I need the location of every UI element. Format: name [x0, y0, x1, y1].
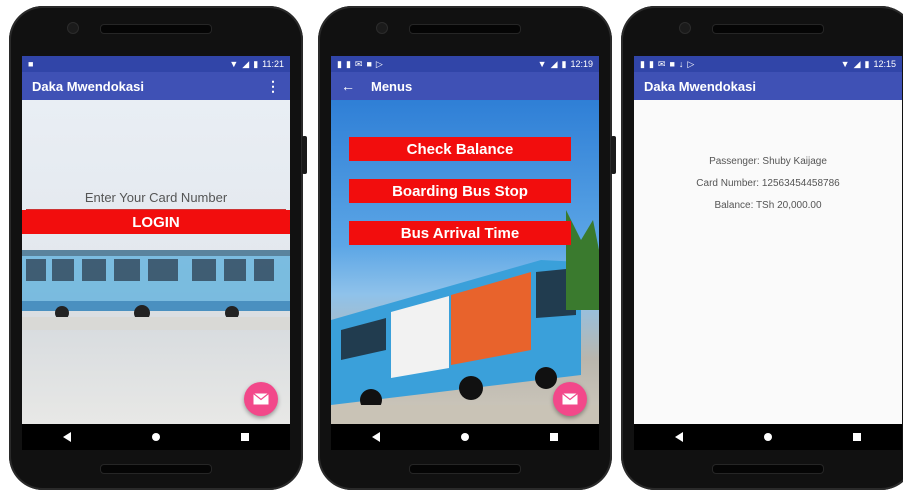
nav-home-icon[interactable] [460, 433, 469, 441]
email-icon [253, 393, 269, 405]
status-bar: ▮ ▮ ✉ ■ ↓ ▷ ▼ ◢ ▮ 12:15 [634, 56, 902, 72]
email-icon [562, 393, 578, 405]
card-number-placeholder: Enter Your Card Number [84, 190, 228, 205]
nav-recents-icon[interactable] [853, 433, 862, 441]
play-store-icon: ▷ [687, 58, 695, 69]
signal-icon: ◢ [242, 58, 250, 69]
status-bar: ▮ ▮ ✉ ■ ▷ ▼ ◢ ▮ 12:19 [331, 56, 599, 72]
notification-icon: ■ [366, 58, 372, 69]
nav-back-icon[interactable] [62, 432, 71, 442]
notification-icon: ■ [669, 58, 675, 69]
front-camera [376, 22, 388, 34]
passenger-label: Passenger: Shuby Kaijage [709, 156, 827, 167]
front-camera [679, 22, 691, 34]
status-bar: ■ ▼ ◢ ▮ 11:21 [22, 56, 290, 72]
app-bar: Daka Mwendokasi [634, 72, 902, 100]
nav-home-icon[interactable] [151, 433, 160, 441]
back-arrow-icon[interactable]: ← [341, 78, 355, 94]
login-content: Enter Your Card Number LOGIN [22, 100, 290, 424]
earpiece-speaker [100, 24, 212, 34]
app-title: Daka Mwendokasi [32, 78, 144, 94]
status-time: 12:15 [873, 59, 896, 69]
earpiece-speaker [409, 24, 521, 34]
phone-frame-details: ▮ ▮ ✉ ■ ↓ ▷ ▼ ◢ ▮ 12:15 Daka Mwendokasi … [621, 6, 903, 490]
status-time: 11:21 [262, 59, 284, 69]
battery-icon: ▮ [561, 58, 567, 69]
bottom-speaker [712, 464, 824, 474]
system-nav-bar [22, 424, 290, 450]
phone-frame-menus: ▮ ▮ ✉ ■ ▷ ▼ ◢ ▮ 12:19 ← Menus Check Bala… [318, 6, 616, 490]
card-number-label: Card Number: 12563454458786 [696, 178, 840, 189]
card-number-input[interactable]: Enter Your Card Number [22, 190, 290, 210]
bottom-speaker [100, 464, 212, 474]
boarding-bus-stop-button[interactable]: Boarding Bus Stop [349, 179, 571, 203]
signal-icon: ◢ [853, 58, 861, 69]
wifi-icon: ▼ [840, 58, 850, 69]
nav-recents-icon[interactable] [550, 433, 559, 441]
app-title: Daka Mwendokasi [644, 78, 756, 94]
bottom-speaker [409, 464, 521, 474]
play-store-icon: ▷ [375, 58, 383, 69]
app-bar: Daka Mwendokasi ⋮ [22, 72, 290, 100]
menus-content: Check Balance Boarding Bus Stop Bus Arri… [331, 100, 599, 424]
mail-notification-icon: ✉ [354, 58, 363, 69]
phone-frame-login: ■ ▼ ◢ ▮ 11:21 Daka Mwendokasi ⋮ Enter Yo… [9, 6, 307, 490]
app-title: Menus [371, 78, 413, 94]
battery-icon: ▮ [864, 58, 870, 69]
nav-back-icon[interactable] [371, 432, 380, 442]
overflow-menu-icon[interactable]: ⋮ [266, 78, 280, 95]
notification-icon: ▮ [337, 58, 342, 69]
power-button [611, 136, 616, 174]
nav-home-icon[interactable] [763, 433, 772, 441]
nav-back-icon[interactable] [674, 432, 683, 442]
app-bar: ← Menus [331, 72, 599, 100]
system-nav-bar [634, 424, 902, 450]
signal-icon: ◢ [550, 58, 558, 69]
notification-icon: ▮ [640, 58, 645, 69]
front-camera [67, 22, 79, 34]
download-icon: ↓ [678, 58, 684, 69]
email-fab-button[interactable] [553, 382, 587, 416]
card-details-screen: ▮ ▮ ✉ ■ ↓ ▷ ▼ ◢ ▮ 12:15 Daka Mwendokasi … [634, 56, 902, 450]
notification-icon: ▮ [345, 58, 351, 69]
balance-label: Balance: TSh 20,000.00 [714, 200, 822, 211]
card-details-content: Passenger: Shuby Kaijage Card Number: 12… [634, 100, 902, 424]
email-fab-button[interactable] [244, 382, 278, 416]
status-time: 12:19 [570, 59, 593, 69]
login-screen: ■ ▼ ◢ ▮ 11:21 Daka Mwendokasi ⋮ Enter Yo… [22, 56, 290, 450]
buses-illustration [22, 250, 290, 330]
battery-icon: ▮ [253, 58, 259, 69]
nav-recents-icon[interactable] [241, 433, 250, 441]
earpiece-speaker [712, 24, 824, 34]
mail-notification-icon: ✉ [657, 58, 666, 69]
menus-screen: ▮ ▮ ✉ ■ ▷ ▼ ◢ ▮ 12:19 ← Menus Check Bala… [331, 56, 599, 450]
bus-arrival-time-button[interactable]: Bus Arrival Time [349, 221, 571, 245]
notification-icon: ▮ [648, 58, 654, 69]
notification-icon: ■ [28, 58, 34, 69]
power-button [302, 136, 307, 174]
system-nav-bar [331, 424, 599, 450]
wifi-icon: ▼ [229, 58, 239, 69]
login-button[interactable]: LOGIN [22, 210, 290, 234]
wifi-icon: ▼ [537, 58, 547, 69]
check-balance-button[interactable]: Check Balance [349, 137, 571, 161]
